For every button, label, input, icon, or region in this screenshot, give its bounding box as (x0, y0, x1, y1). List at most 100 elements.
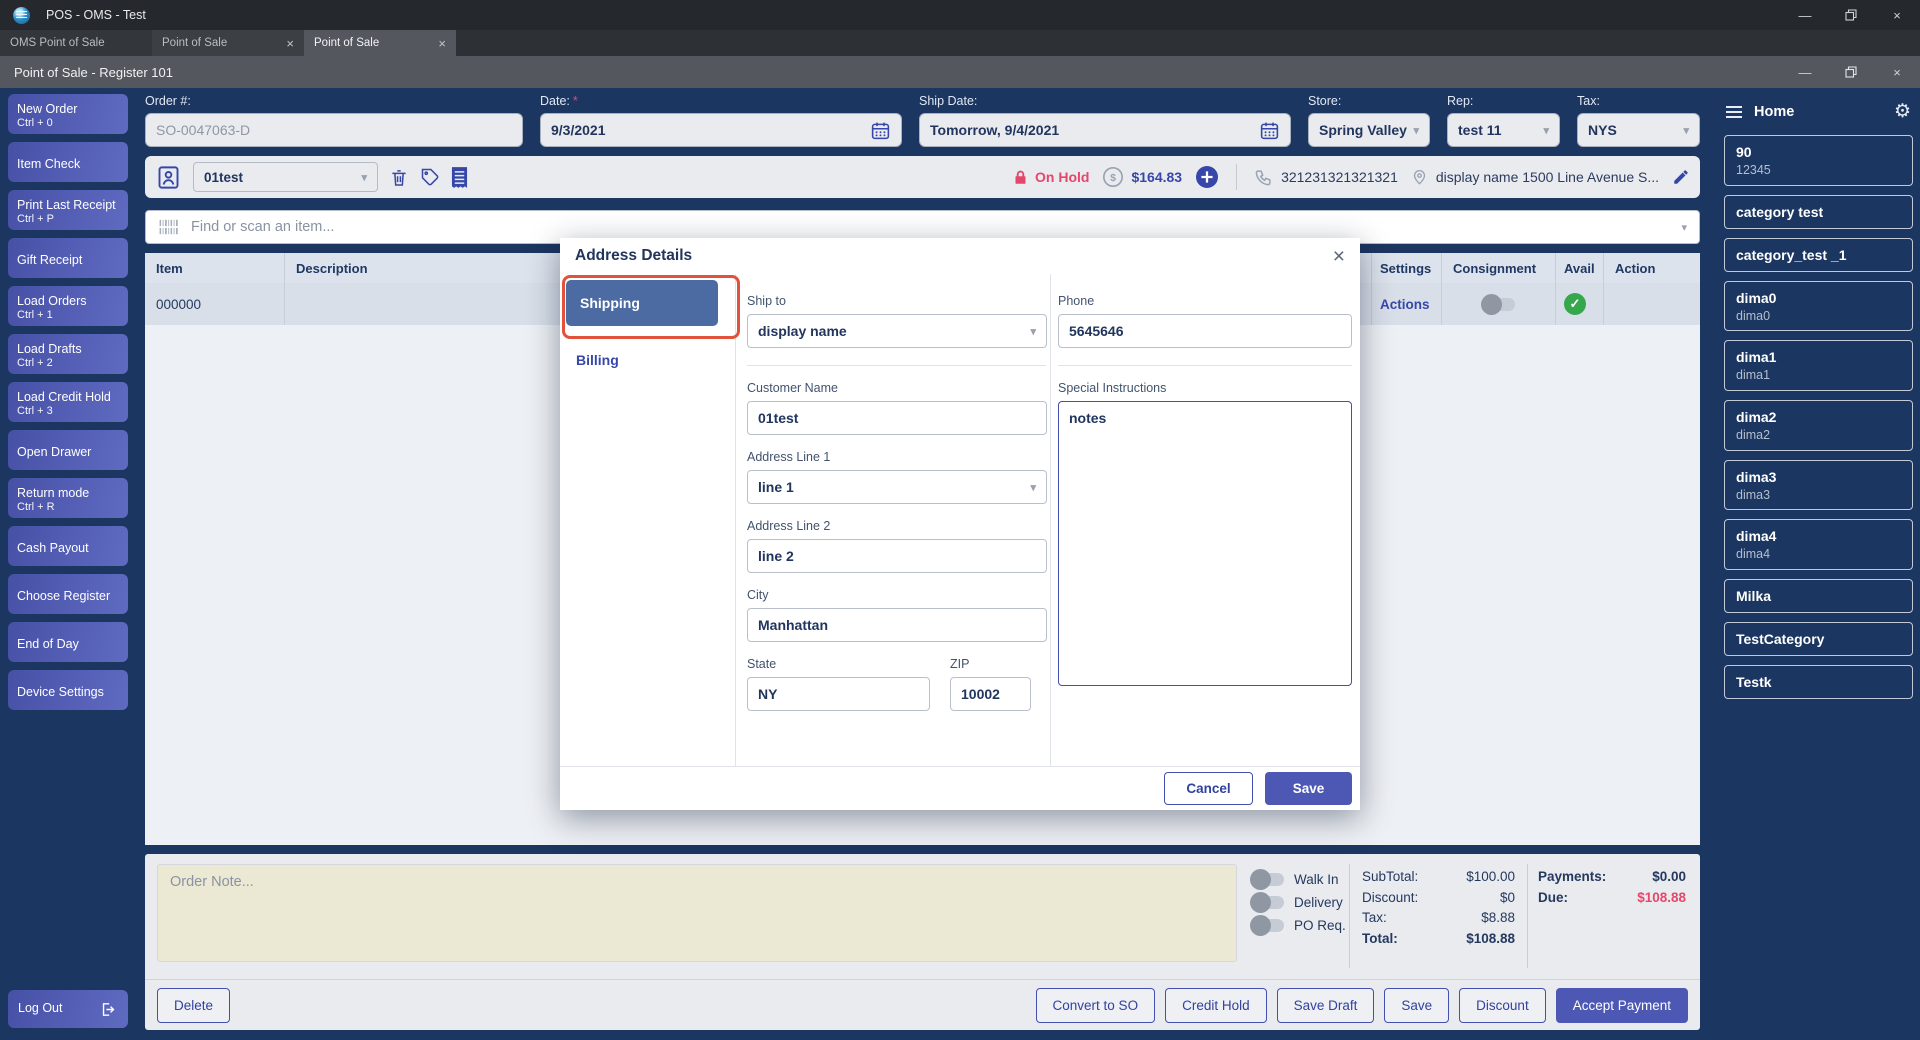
close-icon[interactable]: × (1874, 56, 1920, 88)
store-select[interactable]: Spring Valley ▾ (1308, 113, 1430, 147)
order-number-input[interactable]: SO-0047063-D (145, 113, 523, 147)
accept-payment-button[interactable]: Accept Payment (1555, 987, 1688, 1023)
sidebar-button-print-last-receipt[interactable]: Print Last Receipt Ctrl + P (8, 190, 128, 230)
close-icon[interactable]: × (1333, 246, 1345, 267)
date-input[interactable]: 9/3/2021 (540, 113, 902, 147)
sidebar-button-load-credit-hold[interactable]: Load Credit Hold Ctrl + 3 (8, 382, 128, 422)
customer-select[interactable]: 01test ▾ (193, 162, 378, 192)
map-pin-icon (1413, 170, 1426, 185)
restore-icon[interactable] (1828, 0, 1874, 30)
category-card-testk[interactable]: Testk (1724, 664, 1913, 700)
button-shortcut: Ctrl + R (17, 501, 55, 514)
address-line-1-select[interactable]: line 1 ▾ (747, 470, 1047, 504)
state-zip-row: State ZIP (747, 657, 1046, 711)
tab-billing[interactable]: Billing (576, 352, 619, 368)
discount-button[interactable]: Discount (1459, 987, 1546, 1023)
tab-oms-point-of-sale[interactable]: OMS Point of Sale (0, 30, 152, 56)
category-card-dima1[interactable]: dima1 dima1 (1724, 340, 1913, 391)
category-card-dima3[interactable]: dima3 dima3 (1724, 459, 1913, 511)
sidebar-button-load-drafts[interactable]: Load Drafts Ctrl + 2 (8, 334, 128, 374)
category-card-dima2[interactable]: dima2 dima2 (1724, 399, 1913, 451)
save-button[interactable]: Save (1384, 987, 1450, 1023)
order-number-field: Order #: SO-0047063-D (145, 94, 523, 147)
rep-select[interactable]: test 11 ▾ (1447, 113, 1560, 147)
sidebar-button-end-of-day[interactable]: End of Day (8, 622, 128, 662)
on-hold-label: On Hold (1035, 169, 1090, 185)
restore-icon[interactable] (1828, 56, 1874, 88)
sidebar-button-new-order[interactable]: New Order Ctrl + 0 (8, 94, 128, 134)
minimize-icon[interactable]: — (1782, 0, 1828, 30)
due-row: Due: $108.88 (1538, 889, 1686, 905)
walk-in-toggle[interactable] (1250, 869, 1284, 890)
credit-hold-button[interactable]: Credit Hold (1165, 987, 1267, 1023)
delete-order-button[interactable] (389, 167, 409, 188)
category-card-testcategory[interactable]: TestCategory (1724, 621, 1913, 656)
order-note-input[interactable] (157, 864, 1237, 962)
state-input[interactable] (747, 677, 930, 711)
zip-field: ZIP (950, 657, 1031, 711)
phone-input[interactable] (1058, 314, 1352, 348)
tab-point-of-sale-2-active[interactable]: Point of Sale × (304, 30, 456, 56)
menu-icon[interactable] (1726, 105, 1742, 118)
tax-select[interactable]: NYS ▾ (1577, 113, 1700, 147)
chevron-down-icon[interactable]: ▾ (1681, 221, 1687, 234)
home-label: Home (1754, 103, 1795, 120)
item-search-input[interactable] (191, 219, 1672, 235)
tag-button[interactable] (420, 167, 440, 187)
tax-value: NYS (1588, 122, 1617, 138)
po-req-toggle[interactable] (1250, 915, 1284, 936)
customer-name-input[interactable] (747, 401, 1047, 435)
address-line-2-input[interactable] (747, 539, 1047, 573)
convert-to-so-button[interactable]: Convert to SO (1035, 987, 1156, 1023)
minimize-icon[interactable]: — (1782, 56, 1828, 88)
edit-address-button[interactable] (1672, 168, 1690, 186)
category-card-90[interactable]: 90 12345 (1724, 135, 1913, 186)
customer-card-button[interactable] (155, 164, 182, 191)
sidebar-button-return-mode[interactable]: Return mode Ctrl + R (8, 478, 128, 518)
sidebar-button-gift-receipt[interactable]: Gift Receipt (8, 238, 128, 278)
tab-point-of-sale-1[interactable]: Point of Sale × (152, 30, 304, 56)
gear-icon[interactable]: ⚙ (1894, 102, 1911, 121)
add-payment-button[interactable] (1195, 165, 1219, 189)
tab-close-icon[interactable]: × (438, 36, 446, 51)
ship-date-input[interactable]: Tomorrow, 9/4/2021 (919, 113, 1291, 147)
category-card-category-test[interactable]: category test (1724, 194, 1913, 229)
special-instructions-input[interactable]: notes (1058, 401, 1352, 686)
sidebar-button-item-check[interactable]: Item Check (8, 142, 128, 182)
sidebar-button-load-orders[interactable]: Load Orders Ctrl + 1 (8, 286, 128, 326)
tab-close-icon[interactable]: × (286, 36, 294, 51)
order-number-value: SO-0047063-D (156, 122, 251, 138)
due-amount: $108.88 (1637, 889, 1686, 905)
logout-button[interactable]: Log Out (8, 990, 128, 1028)
delete-button[interactable]: Delete (157, 987, 231, 1023)
city-input[interactable] (747, 608, 1047, 642)
annotation-highlight-box (562, 275, 740, 339)
zip-input[interactable] (950, 677, 1031, 711)
save-draft-button[interactable]: Save Draft (1276, 987, 1375, 1023)
settings-cell: Actions (1372, 283, 1442, 325)
sidebar-button-device-settings[interactable]: Device Settings (8, 670, 128, 710)
receipt-button[interactable] (451, 166, 468, 188)
button-label: End of Day (17, 636, 79, 651)
close-icon[interactable]: × (1874, 0, 1920, 30)
calendar-icon[interactable] (870, 120, 891, 141)
cancel-button[interactable]: Cancel (1164, 772, 1253, 805)
sidebar-button-open-drawer[interactable]: Open Drawer (8, 430, 128, 470)
ship-to-select[interactable]: display name ▾ (747, 314, 1047, 348)
save-button[interactable]: Save (1265, 772, 1352, 805)
category-card-milka[interactable]: Milka (1724, 578, 1913, 613)
phone-field: Phone (1058, 294, 1352, 348)
calendar-icon[interactable] (1259, 120, 1280, 141)
button-label: Print Last Receipt (17, 197, 116, 212)
delivery-toggle[interactable] (1250, 892, 1284, 913)
order-action-buttons: Delete Convert to SO Credit Hold Save Dr… (157, 980, 1688, 1030)
zip-label: ZIP (950, 657, 970, 671)
city-field: City (747, 588, 1047, 642)
category-card-dima4[interactable]: dima4 dima4 (1724, 519, 1913, 570)
category-card-category-test-1[interactable]: category_test _1 (1724, 237, 1913, 272)
sidebar-button-choose-register[interactable]: Choose Register (8, 574, 128, 614)
sidebar-button-cash-payout[interactable]: Cash Payout (8, 526, 128, 566)
category-card-dima0[interactable]: dima0 dima0 (1724, 280, 1913, 332)
actions-link[interactable]: Actions (1380, 297, 1430, 312)
consignment-toggle[interactable] (1481, 293, 1515, 315)
